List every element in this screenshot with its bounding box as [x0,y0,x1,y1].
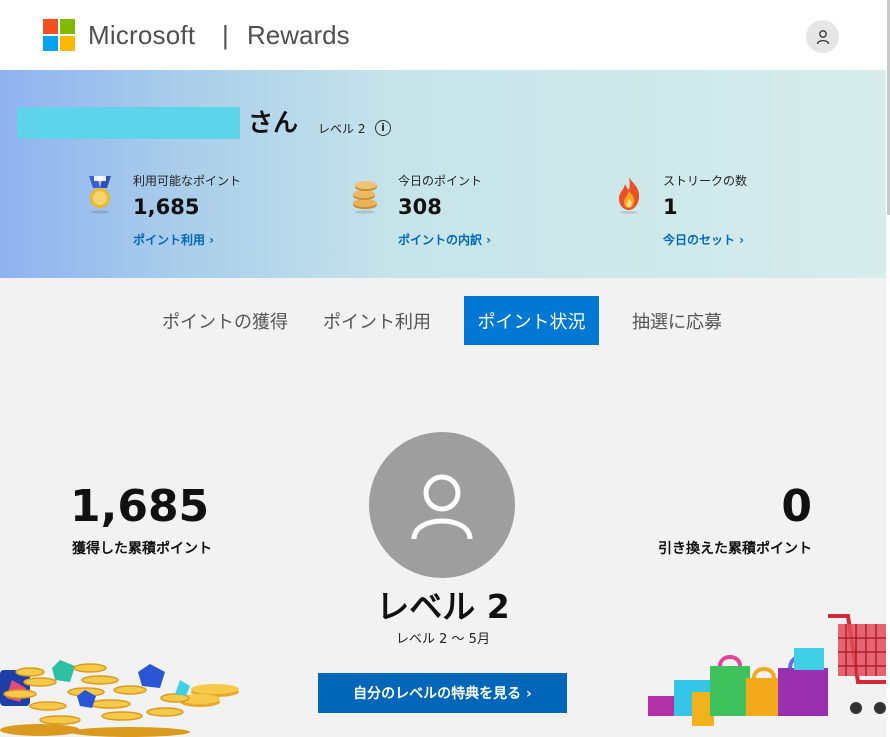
tab-points-status[interactable]: ポイント状況 [464,296,599,345]
redeemed-points-value: 0 [781,481,812,532]
points-breakdown-link[interactable]: ポイントの内訳 › [398,231,491,248]
level-label: レベル 2 [318,122,366,136]
tab-sweepstakes[interactable]: 抽選に応募 [624,296,730,345]
logo-square-red [43,19,58,34]
stat-today-points: 今日のポイント 308 ポイントの内訳 › [398,172,491,248]
top-header: Microsoft | Rewards [0,0,886,70]
person-icon [816,29,829,44]
shopping-illustration [648,614,886,726]
stat-label: 利用可能なポイント [133,174,242,188]
today-set-link[interactable]: 今日のセット › [663,231,747,248]
flame-icon [619,177,640,214]
stat-value: 1,685 [133,195,200,219]
stat-value: 308 [398,195,442,219]
logo-square-yellow [60,36,75,51]
product-name[interactable]: Rewards [247,20,350,51]
profile-hero: さん レベル 2 i 利用可能なポイント 1,685 ポイント利用 › 今日のポ… [0,70,886,278]
brand-name: Microsoft [88,20,196,50]
stat-available-points: 利用可能なポイント 1,685 ポイント利用 › [133,172,241,248]
info-icon[interactable]: i [375,120,391,136]
tab-redeem-points[interactable]: ポイント利用 [316,296,438,345]
redeem-points-link[interactable]: ポイント利用 › [133,231,241,248]
stat-value: 1 [663,195,678,219]
tab-earn-points[interactable]: ポイントの獲得 [155,296,295,345]
stat-label: ストリークの数 [663,174,748,188]
level-avatar [369,432,515,578]
medal-icon [89,176,111,214]
stat-label: 今日のポイント [398,174,483,188]
earned-points-label: 獲得した累積ポイント [72,541,212,557]
profile-button[interactable] [806,20,839,53]
person-icon [411,474,473,540]
coin-stack-icon [353,181,377,214]
microsoft-logo[interactable] [43,19,75,51]
main-tabs: ポイントの獲得 ポイント利用 ポイント状況 抽選に応募 [0,296,886,345]
redeemed-points-label: 引き換えた累積ポイント [658,541,812,557]
brand-divider: | [222,20,229,50]
coins-gems-illustration [0,660,239,737]
name-suffix: さん [248,108,299,137]
logo-square-blue [43,36,58,51]
level-benefits-button[interactable]: 自分のレベルの特典を見る › [318,673,567,713]
earned-points-value: 1,685 [70,481,210,532]
stat-streak: ストリークの数 1 今日のセット › [663,172,747,248]
user-name-redacted [17,107,240,139]
logo-square-green [60,19,75,34]
